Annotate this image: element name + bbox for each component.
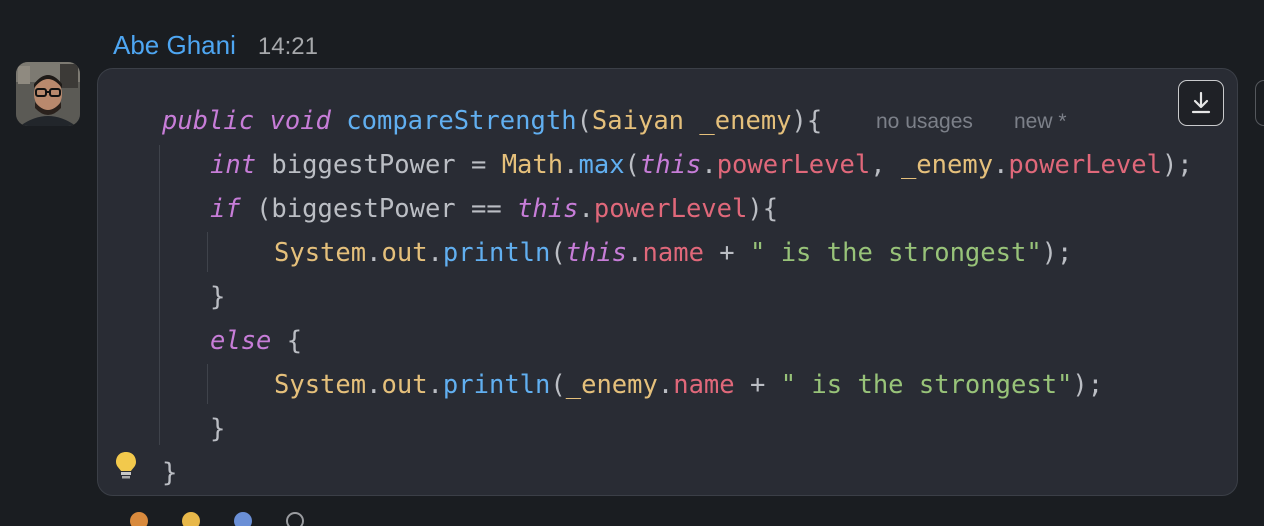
code-token: . (657, 370, 674, 400)
indent-guide (159, 145, 160, 445)
code-token: ( (550, 238, 566, 268)
code-token: ( (576, 106, 592, 136)
code-token: (biggestPower == (240, 194, 518, 224)
code-line: if (biggestPower == this.powerLevel){ (210, 192, 778, 226)
code-token: name (642, 238, 704, 268)
code-line: System.out.println(_enemy.name + " is th… (274, 368, 1103, 402)
author-name[interactable]: Abe Ghani (113, 30, 236, 61)
code-token: + (703, 238, 750, 268)
code-content: public void compareStrength(Saiyan _enem… (0, 0, 1193, 488)
code-token: Saiyan (591, 106, 685, 136)
code-token: this (517, 194, 579, 224)
chat-message: Abe Ghani 14:21 public void compareStren… (0, 0, 1264, 526)
download-button[interactable] (1178, 80, 1224, 126)
status-hint: new * (1014, 110, 1067, 133)
code-token: this (565, 238, 628, 268)
code-token: ( (624, 150, 640, 180)
add-reaction-icon[interactable] (286, 512, 304, 526)
code-token: " is the strongest" (750, 238, 1042, 268)
code-token: public (162, 106, 255, 136)
code-token: else (210, 326, 272, 356)
code-token: . (427, 370, 443, 400)
reaction-bar (130, 512, 304, 526)
code-token: out (381, 238, 428, 268)
code-token: ); (1161, 150, 1193, 180)
reaction-icon[interactable] (130, 512, 148, 526)
code-token: max (578, 150, 625, 180)
code-token: void (269, 106, 331, 136)
code-token: . (366, 370, 382, 400)
code-token: _enemy (900, 150, 994, 180)
code-token: name (673, 370, 735, 400)
code-token: println (442, 370, 551, 400)
code-token: } (210, 414, 226, 444)
code-token: Math (501, 150, 564, 180)
reaction-icon[interactable] (234, 512, 252, 526)
indent-guide (207, 364, 208, 404)
code-token: } (162, 458, 178, 488)
code-token: _enemy (565, 370, 658, 400)
code-token: this (639, 150, 702, 180)
code-token: powerLevel (593, 194, 748, 224)
code-line: else { (210, 324, 302, 358)
code-line: } (210, 280, 225, 314)
message-timestamp[interactable]: 14:21 (258, 33, 318, 61)
code-token: println (442, 238, 551, 268)
code-token: _enemy (699, 106, 792, 136)
code-token: System (274, 238, 367, 268)
code-token: ){ (791, 106, 823, 136)
code-token: . (427, 238, 443, 268)
indent-guide (207, 232, 208, 272)
code-token: + (734, 370, 781, 400)
code-line: int biggestPower = Math.max(this.powerLe… (210, 148, 1193, 182)
code-line: } (162, 456, 177, 490)
code-line: } (210, 412, 225, 446)
code-token: ){ (747, 194, 779, 224)
code-token: } (210, 282, 226, 312)
code-token: int (210, 150, 257, 180)
code-token: compareStrength (346, 106, 577, 136)
code-token: . (366, 238, 382, 268)
code-token: powerLevel (1008, 150, 1162, 180)
message-header: Abe Ghani 14:21 (113, 30, 318, 62)
reaction-icon[interactable] (182, 512, 200, 526)
code-token: System (274, 370, 367, 400)
code-token: ); (1041, 238, 1073, 268)
code-token: ); (1072, 370, 1104, 400)
usages-hint[interactable]: no usages (876, 110, 973, 134)
download-icon (1191, 91, 1211, 114)
code-token: biggestPower = (256, 150, 502, 180)
code-token: , (870, 150, 901, 180)
code-token: . (563, 150, 579, 180)
code-token: out (381, 370, 428, 400)
code-token: ( (550, 370, 566, 400)
code-token: " is the strongest" (780, 370, 1073, 400)
code-line: System.out.println(this.name + " is the … (274, 236, 1072, 270)
code-token: . (627, 238, 643, 268)
lightbulb-icon[interactable] (114, 450, 138, 482)
code-token: { (271, 326, 303, 356)
code-token: . (701, 150, 717, 180)
code-token: powerLevel (716, 150, 871, 180)
code-token: . (578, 194, 594, 224)
code-line: public void compareStrength(Saiyan _enem… (162, 104, 822, 138)
code-token: . (993, 150, 1009, 180)
code-token: if (210, 194, 241, 224)
more-actions-button[interactable] (1255, 80, 1264, 126)
